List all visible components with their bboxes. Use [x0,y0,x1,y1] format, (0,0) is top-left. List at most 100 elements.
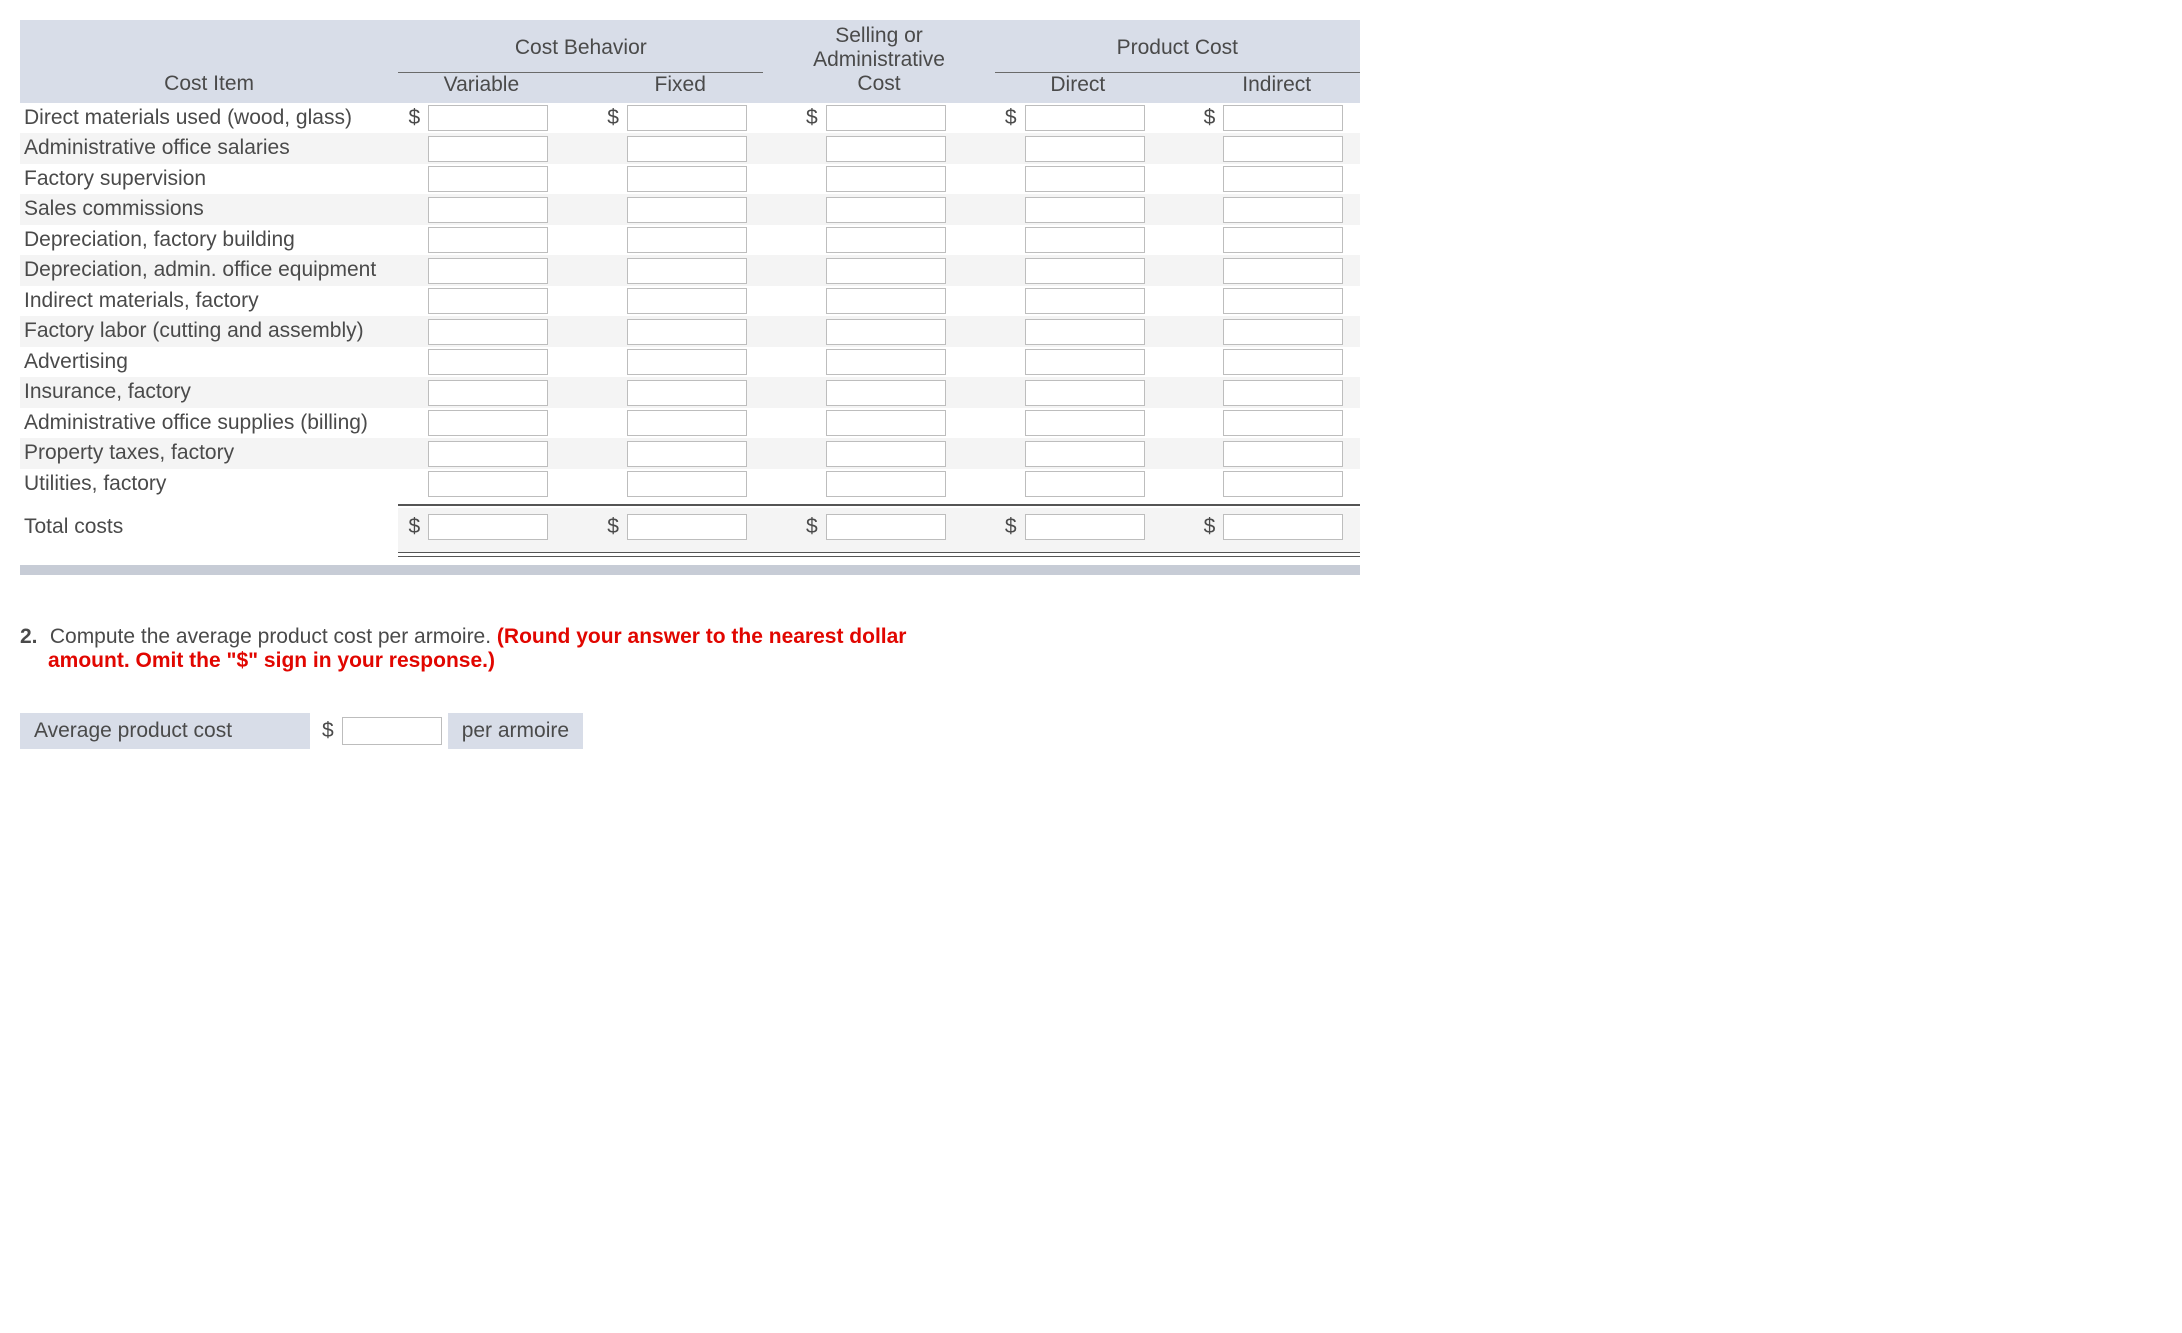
row-input-fixed[interactable] [627,227,747,253]
row-input-fixed[interactable] [627,166,747,192]
header-row-1: Cost Behavior Selling orAdministrative P… [20,20,1360,72]
row-input-fixed[interactable] [627,441,747,467]
row-input-indirect[interactable] [1223,288,1343,314]
row-input-direct[interactable] [1025,349,1145,375]
row-input-fixed[interactable] [627,471,747,497]
row-label: Administrative office salaries [20,133,398,164]
row-input-variable[interactable] [428,441,548,467]
avg-input[interactable] [342,717,442,745]
row-sign-variable [398,377,424,408]
header-indirect: Indirect [1193,72,1360,103]
row-input-variable[interactable] [428,349,548,375]
row-input-indirect[interactable] [1223,410,1343,436]
row-input-variable[interactable] [428,410,548,436]
row-input-direct[interactable] [1025,410,1145,436]
row-input-direct[interactable] [1025,441,1145,467]
row-input-sa[interactable] [826,380,946,406]
row-input-indirect[interactable] [1223,349,1343,375]
row-input-indirect[interactable] [1223,380,1343,406]
row-input-sa[interactable] [826,197,946,223]
row-input-indirect[interactable] [1223,166,1343,192]
row-input-variable[interactable] [428,319,548,345]
row-input-sa[interactable] [826,258,946,284]
row-input-direct[interactable] [1025,105,1145,131]
row-sign-variable [398,164,424,195]
row-input-variable[interactable] [428,105,548,131]
row-input-sa[interactable] [826,105,946,131]
row-input-fixed[interactable] [627,258,747,284]
q2-text: Compute the average product cost per arm… [50,625,497,648]
row-input-direct[interactable] [1025,288,1145,314]
totals-input-indirect[interactable] [1223,514,1343,540]
table-row: Direct materials used (wood, glass)$$$$$ [20,103,1360,134]
row-input-fixed[interactable] [627,197,747,223]
row-sign-fixed [597,408,623,439]
row-input-indirect[interactable] [1223,258,1343,284]
row-input-direct[interactable] [1025,227,1145,253]
row-label: Indirect materials, factory [20,286,398,317]
totals-input-variable[interactable] [428,514,548,540]
row-input-sa[interactable] [826,410,946,436]
row-input-sa[interactable] [826,441,946,467]
row-input-variable[interactable] [428,227,548,253]
row-input-fixed[interactable] [627,319,747,345]
row-input-direct[interactable] [1025,471,1145,497]
row-label: Utilities, factory [20,469,398,500]
row-input-sa[interactable] [826,166,946,192]
row-input-indirect[interactable] [1223,441,1343,467]
row-input-direct[interactable] [1025,258,1145,284]
row-sign-sa [796,255,822,286]
row-sign-direct [995,377,1021,408]
row-input-indirect[interactable] [1223,105,1343,131]
row-input-variable[interactable] [428,380,548,406]
row-sign-sa [796,286,822,317]
row-input-fixed[interactable] [627,380,747,406]
row-input-indirect[interactable] [1223,136,1343,162]
row-sign-indirect [1193,438,1219,469]
header-direct: Direct [995,72,1161,103]
totals-row: Total costs $ $ $ $ $ [20,508,1360,546]
row-input-direct[interactable] [1025,166,1145,192]
row-input-sa[interactable] [826,288,946,314]
cost-table-wrap: Cost Behavior Selling orAdministrative P… [20,20,1360,575]
row-input-direct[interactable] [1025,136,1145,162]
row-input-indirect[interactable] [1223,197,1343,223]
row-sign-sa [796,194,822,225]
row-input-variable[interactable] [428,471,548,497]
row-input-indirect[interactable] [1223,319,1343,345]
table-row: Indirect materials, factory [20,286,1360,317]
row-input-direct[interactable] [1025,197,1145,223]
row-input-direct[interactable] [1025,380,1145,406]
row-sign-variable [398,347,424,378]
row-input-variable[interactable] [428,258,548,284]
row-input-fixed[interactable] [627,349,747,375]
row-input-sa[interactable] [826,471,946,497]
row-input-sa[interactable] [826,136,946,162]
row-input-indirect[interactable] [1223,471,1343,497]
row-input-sa[interactable] [826,227,946,253]
header-cost-item: Cost Item [20,72,398,103]
row-input-sa[interactable] [826,319,946,345]
row-sign-direct [995,286,1021,317]
row-input-variable[interactable] [428,288,548,314]
row-input-fixed[interactable] [627,105,747,131]
row-input-variable[interactable] [428,136,548,162]
row-input-variable[interactable] [428,197,548,223]
row-sign-fixed [597,377,623,408]
row-input-indirect[interactable] [1223,227,1343,253]
row-sign-variable [398,133,424,164]
totals-input-direct[interactable] [1025,514,1145,540]
table-row: Depreciation, factory building [20,225,1360,256]
totals-input-fixed[interactable] [627,514,747,540]
row-sign-sa [796,469,822,500]
row-input-sa[interactable] [826,349,946,375]
row-sign-fixed [597,469,623,500]
row-input-direct[interactable] [1025,319,1145,345]
totals-input-sa[interactable] [826,514,946,540]
row-input-fixed[interactable] [627,410,747,436]
row-input-variable[interactable] [428,166,548,192]
row-label: Advertising [20,347,398,378]
row-input-fixed[interactable] [627,288,747,314]
row-input-fixed[interactable] [627,136,747,162]
cost-table: Cost Behavior Selling orAdministrative P… [20,20,1360,557]
